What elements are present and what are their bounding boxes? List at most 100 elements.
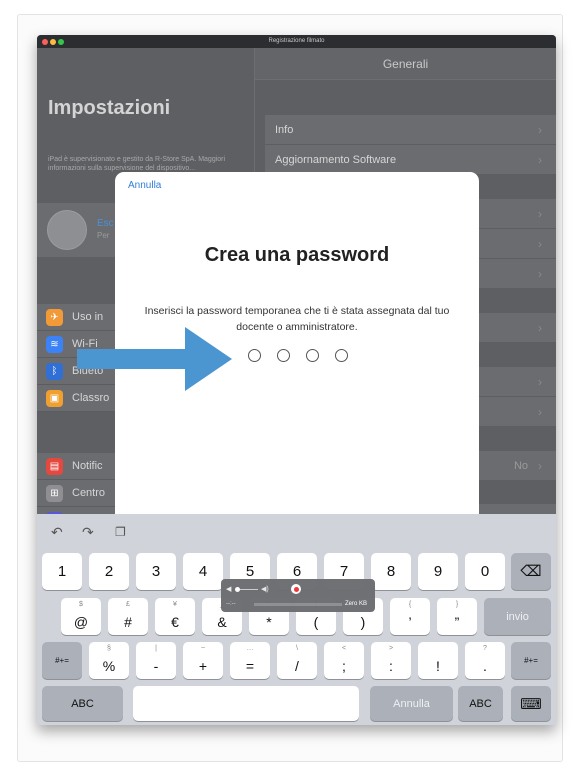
symbol-key[interactable]: <;: [324, 642, 364, 679]
avatar: [47, 210, 87, 250]
hide-keyboard-key[interactable]: ⌨: [511, 686, 551, 721]
symbol-key[interactable]: £ #: [108, 598, 148, 635]
chevron-right-icon: ›: [538, 459, 542, 473]
key-label: .: [483, 658, 487, 674]
key-label: !: [436, 658, 440, 674]
symbol-key[interactable]: ~ +: [183, 642, 223, 679]
profile-name: Esc: [97, 218, 114, 229]
pin-dot: [248, 349, 261, 362]
key-label: 1: [57, 563, 67, 580]
general-title: Generali: [255, 48, 556, 80]
symbols-key[interactable]: #+=: [511, 642, 551, 679]
chevron-right-icon: ›: [538, 237, 542, 251]
key-secondary: >: [388, 645, 394, 652]
symbol-key[interactable]: !: [418, 642, 458, 679]
recording-panel: ◀ ◀) --:-- Zero KB: [221, 579, 375, 612]
symbol-key[interactable]: {’: [390, 598, 430, 635]
key-secondary: $: [79, 601, 83, 608]
sidebar-item-label: Classro: [72, 392, 110, 404]
modal-title: Crea una password: [204, 244, 390, 266]
window-title: Registrazione filmato: [268, 38, 325, 44]
key-label: ABC: [71, 697, 94, 710]
key-secondary: ?: [483, 645, 487, 652]
wifi-icon: ≋: [46, 336, 63, 353]
bluetooth-icon: ᛒ: [46, 363, 63, 380]
key-secondary: …: [246, 645, 254, 652]
key-label: 0: [480, 563, 490, 580]
digit-key[interactable]: 4: [183, 553, 223, 590]
digit-key[interactable]: 3: [136, 553, 176, 590]
general-row[interactable]: Aggiornamento Software ›: [265, 145, 556, 175]
key-label: 7: [339, 563, 349, 580]
symbol-key[interactable]: \ /: [277, 642, 317, 679]
general-row-value: No: [513, 460, 528, 472]
key-secondary: £: [126, 601, 130, 608]
supervision-note[interactable]: iPad è supervisionato e gestito da R-Sto…: [48, 155, 248, 173]
key-label: Annulla: [393, 697, 430, 710]
key-label: -: [153, 658, 159, 674]
sidebar-item-label: Uso in: [72, 311, 104, 323]
cancel-button[interactable]: Annulla: [128, 180, 161, 191]
digit-key[interactable]: 0: [465, 553, 505, 590]
cancel-key[interactable]: Annulla: [370, 686, 453, 721]
settings-title: Impostazioni: [48, 97, 171, 119]
key-label: #+=: [55, 656, 69, 665]
symbol-key[interactable]: >:: [371, 642, 411, 679]
record-button[interactable]: [291, 584, 301, 594]
abc-key[interactable]: ABC: [42, 686, 123, 721]
digit-key[interactable]: 2: [89, 553, 129, 590]
key-label: ’: [408, 614, 412, 630]
digit-key[interactable]: 9: [418, 553, 458, 590]
symbols-key[interactable]: #+=: [42, 642, 82, 679]
zoom-dot-icon[interactable]: [58, 38, 64, 45]
paste-icon[interactable]: ❐: [115, 525, 126, 539]
key-label: 5: [245, 563, 255, 580]
symbol-key[interactable]: ¥ €: [155, 598, 195, 635]
key-label: ”: [454, 614, 460, 630]
chevron-right-icon: ›: [538, 405, 542, 419]
backspace-icon: ⌫: [520, 563, 542, 580]
symbol-key[interactable]: ?.: [465, 642, 505, 679]
volume-low-icon: ◀: [226, 586, 232, 593]
key-secondary: \: [296, 645, 298, 652]
symbol-key[interactable]: }”: [437, 598, 477, 635]
key-label: 3: [151, 563, 161, 580]
digit-key[interactable]: 1: [42, 553, 82, 590]
undo-icon[interactable]: ↶: [51, 524, 63, 541]
volume-high-icon: ◀): [261, 586, 269, 593]
chevron-right-icon: ›: [538, 123, 542, 137]
general-row-label: Aggiornamento Software: [275, 154, 397, 166]
symbol-key[interactable]: | -: [136, 642, 176, 679]
key-label: +: [198, 658, 208, 674]
chevron-right-icon: ›: [538, 267, 542, 281]
redo-icon[interactable]: ↷: [82, 524, 94, 541]
general-row[interactable]: Info ›: [265, 115, 556, 145]
digit-key[interactable]: 8: [371, 553, 411, 590]
sidebar-item-label: Notific: [72, 460, 103, 472]
key-label: invio: [506, 610, 529, 623]
close-dot-icon[interactable]: [42, 38, 48, 45]
sidebar-item-label: Centro: [72, 487, 106, 499]
volume-knob[interactable]: [235, 587, 240, 592]
chevron-right-icon: ›: [538, 321, 542, 335]
general-row-label: Info: [275, 124, 294, 136]
key-secondary: <: [341, 645, 347, 652]
symbol-key[interactable]: §%: [89, 642, 129, 679]
key-label: (: [313, 614, 319, 630]
key-label: 8: [386, 563, 396, 580]
key-label: @: [73, 614, 89, 630]
chevron-right-icon: ›: [538, 207, 542, 221]
abc-key[interactable]: ABC: [458, 686, 503, 721]
chevron-right-icon: ›: [538, 153, 542, 167]
pointer-arrow-icon: [77, 327, 232, 391]
symbol-key[interactable]: $ @: [61, 598, 101, 635]
key-label: 6: [292, 563, 302, 580]
control-center-icon: ⊞: [46, 485, 63, 502]
return-key[interactable]: invio: [484, 598, 551, 635]
backspace-key[interactable]: ⌫: [511, 553, 551, 590]
minimize-dot-icon[interactable]: [50, 38, 56, 45]
key-secondary: §: [107, 645, 111, 652]
symbol-key[interactable]: … =: [230, 642, 270, 679]
window-titlebar: Registrazione filmato: [37, 35, 556, 48]
space-key[interactable]: [133, 686, 359, 721]
